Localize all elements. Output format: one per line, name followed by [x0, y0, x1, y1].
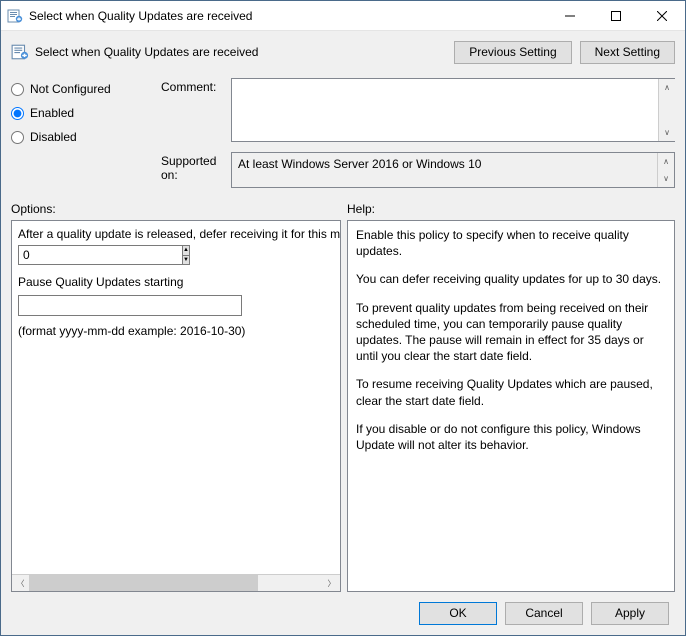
defer-days-spinner[interactable]: ▲ ▼	[18, 245, 132, 265]
scroll-left-icon[interactable]: 〈	[12, 578, 29, 589]
radio-disabled-label: Disabled	[30, 130, 77, 144]
radio-enabled-label: Enabled	[30, 106, 74, 120]
supported-on-label: Supported on:	[161, 152, 231, 188]
help-paragraph: To prevent quality updates from being re…	[356, 300, 666, 365]
defer-days-label: After a quality update is released, defe…	[18, 227, 338, 241]
scroll-up-icon[interactable]: ∧	[658, 153, 674, 170]
radio-not-configured-input[interactable]	[11, 83, 24, 96]
policy-header-icon	[11, 43, 29, 61]
help-panel: Enable this policy to specify when to re…	[347, 220, 675, 592]
next-setting-button[interactable]: Next Setting	[580, 41, 675, 64]
titlebar: Select when Quality Updates are received	[1, 1, 685, 31]
spinner-down-icon[interactable]: ▼	[183, 256, 189, 265]
window-title: Select when Quality Updates are received	[29, 9, 547, 23]
options-horizontal-scrollbar[interactable]: 〈 〉	[12, 574, 340, 591]
help-paragraph: Enable this policy to specify when to re…	[356, 227, 666, 259]
comment-scrollbar[interactable]: ∧ ∨	[658, 79, 675, 141]
comment-field[interactable]: ∧ ∨	[231, 78, 675, 142]
supported-on-field: At least Windows Server 2016 or Windows …	[231, 152, 675, 188]
date-format-hint: (format yyyy-mm-dd example: 2016-10-30)	[18, 324, 338, 338]
header-row: Select when Quality Updates are received…	[11, 39, 675, 64]
help-paragraph: You can defer receiving quality updates …	[356, 271, 666, 287]
header-title: Select when Quality Updates are received	[35, 45, 258, 59]
defer-days-input[interactable]	[18, 245, 182, 265]
help-paragraph: If you disable or do not configure this …	[356, 421, 666, 453]
content-area: Select when Quality Updates are received…	[1, 31, 685, 635]
policy-icon	[7, 8, 23, 24]
apply-button[interactable]: Apply	[591, 602, 669, 625]
comment-label: Comment:	[161, 78, 231, 142]
close-button[interactable]	[639, 1, 685, 30]
previous-setting-button[interactable]: Previous Setting	[454, 41, 571, 64]
scroll-right-icon[interactable]: 〉	[323, 578, 340, 589]
radio-disabled[interactable]: Disabled	[11, 130, 161, 144]
pause-updates-label: Pause Quality Updates starting	[18, 275, 338, 289]
supported-on-value: At least Windows Server 2016 or Windows …	[238, 157, 499, 171]
radio-enabled-input[interactable]	[11, 107, 24, 120]
options-heading: Options:	[11, 202, 347, 216]
scroll-up-icon[interactable]: ∧	[659, 79, 675, 96]
radio-disabled-input[interactable]	[11, 131, 24, 144]
options-panel: After a quality update is released, defe…	[11, 220, 341, 592]
pause-start-date-input[interactable]	[18, 295, 242, 316]
scrollbar-thumb[interactable]	[29, 575, 258, 591]
cancel-button[interactable]: Cancel	[505, 602, 583, 625]
ok-button[interactable]: OK	[419, 602, 497, 625]
supported-scrollbar[interactable]: ∧ ∨	[657, 153, 674, 187]
help-paragraph: To resume receiving Quality Updates whic…	[356, 376, 666, 408]
radio-not-configured-label: Not Configured	[30, 82, 111, 96]
minimize-button[interactable]	[547, 1, 593, 30]
radio-enabled[interactable]: Enabled	[11, 106, 161, 120]
radio-not-configured[interactable]: Not Configured	[11, 82, 161, 96]
dialog-footer: OK Cancel Apply	[11, 592, 675, 629]
maximize-button[interactable]	[593, 1, 639, 30]
spinner-up-icon[interactable]: ▲	[183, 246, 189, 256]
window-controls	[547, 1, 685, 30]
scroll-down-icon[interactable]: ∨	[659, 124, 675, 141]
help-heading: Help:	[347, 202, 375, 216]
scroll-down-icon[interactable]: ∨	[658, 170, 674, 187]
